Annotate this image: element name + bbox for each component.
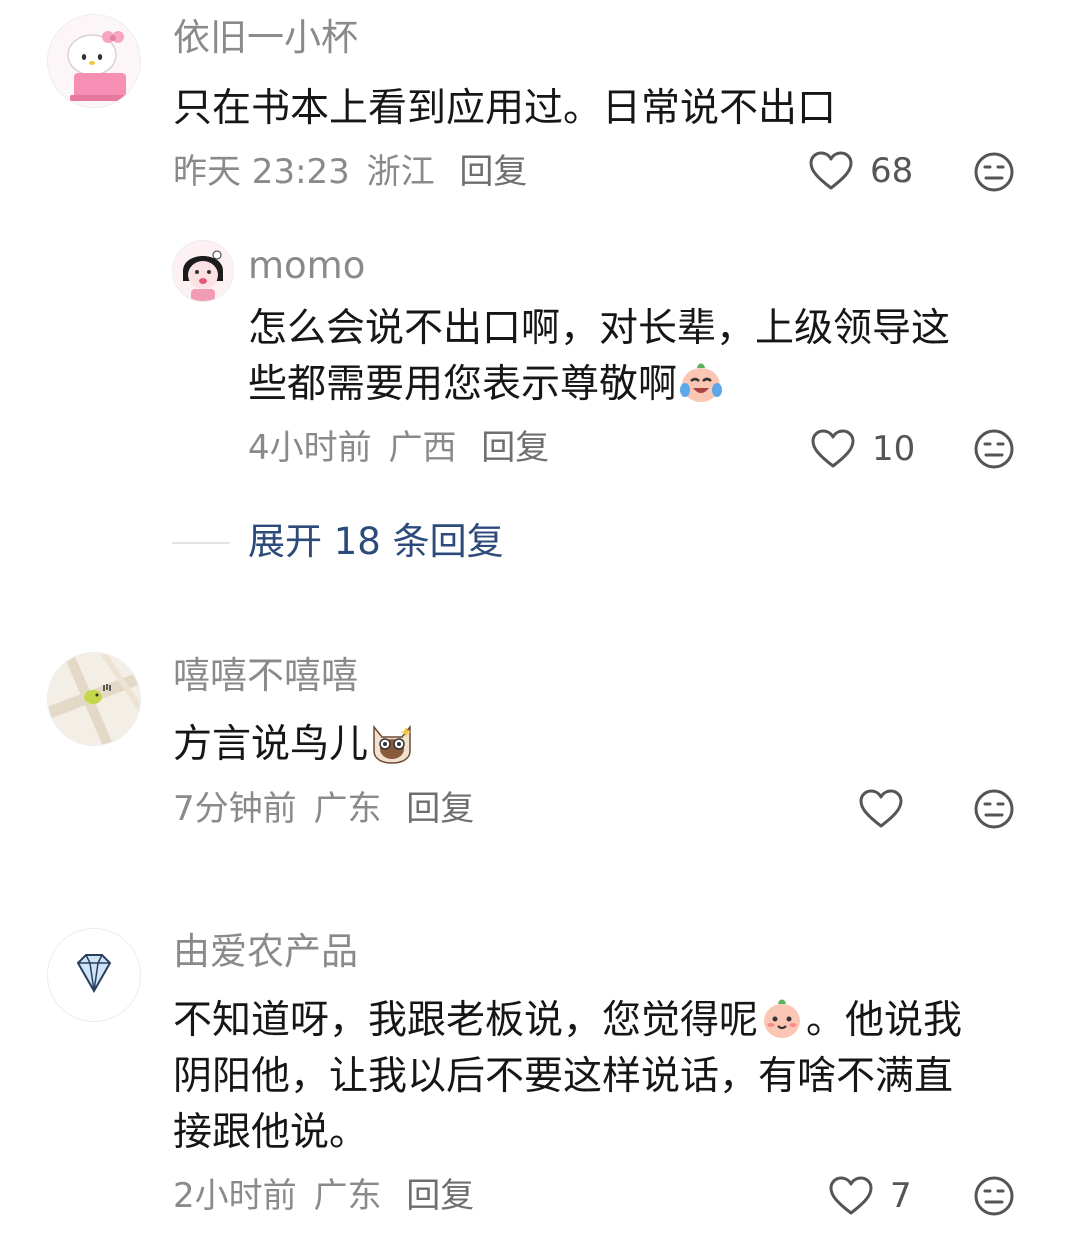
comment-text-line-2: 阴阳他，让我以后不要这样说话，有啥不满直 <box>173 1054 954 1099</box>
dislike-button[interactable] <box>973 1175 1015 1217</box>
reply-username[interactable]: momo <box>248 242 365 290</box>
heart-icon <box>859 789 903 828</box>
meh-face-icon <box>974 152 1014 192</box>
reply-button[interactable]: 回复 <box>459 152 527 192</box>
heart-icon <box>811 429 855 468</box>
reply-text-line-1: 怎么会说不出口啊，对长辈，上级领导这 <box>248 306 951 351</box>
map-chick-avatar-icon <box>48 653 140 745</box>
comment-time: 7分钟前 <box>173 789 297 829</box>
comment-text-line-1-tail: 。他说我 <box>806 998 963 1043</box>
expand-divider <box>172 542 230 544</box>
comment-username[interactable]: 由爱农产品 <box>173 928 358 976</box>
reply-text-line-2-content: 些都需要用您表示尊敬啊 <box>248 362 678 407</box>
avatar[interactable] <box>172 240 234 302</box>
comment-text-content: 方言说鸟儿 <box>173 722 369 767</box>
diamond-avatar-icon <box>48 929 140 1021</box>
comment-text: 只在书本上看到应用过。日常说不出口 <box>173 86 837 131</box>
like-count: 68 <box>870 151 914 191</box>
like-button[interactable]: 7 <box>828 1175 912 1217</box>
comment-username[interactable]: 嘻嘻不嘻嘻 <box>173 652 358 700</box>
laughing-tears-emoji-icon <box>677 357 725 405</box>
heart-icon <box>829 1176 873 1215</box>
comment-text-line-1: 不知道呀，我跟老板说，您觉得呢 。他说我 <box>173 992 962 1050</box>
hello-kitty-avatar-icon <box>48 15 140 107</box>
comment-meta: 昨天 23:23 浙江 回复 <box>173 152 527 192</box>
reply-location: 广西 <box>388 428 457 468</box>
meh-face-icon <box>974 789 1014 829</box>
comment-username[interactable]: 依旧一小杯 <box>173 14 358 62</box>
comment-meta: 7分钟前 广东 回复 <box>173 789 474 829</box>
dislike-button[interactable] <box>973 788 1015 830</box>
comment-time: 昨天 23:23 <box>173 152 350 192</box>
dislike-button[interactable] <box>973 151 1015 193</box>
avatar[interactable] <box>47 928 141 1022</box>
expand-replies-link[interactable]: 展开 18 条回复 <box>248 520 504 564</box>
like-button[interactable]: 68 <box>808 150 913 192</box>
reply-meta: 4小时前 广西 回复 <box>248 428 549 468</box>
heart-icon <box>809 151 853 190</box>
avatar[interactable] <box>47 652 141 746</box>
meh-face-icon <box>974 1176 1014 1216</box>
dislike-button[interactable] <box>973 428 1015 470</box>
cartoon-girl-avatar-icon <box>173 241 233 301</box>
comment-text: 方言说鸟儿 <box>173 716 416 774</box>
meh-face-icon <box>974 429 1014 469</box>
reply-button[interactable]: 回复 <box>406 1176 474 1216</box>
comment-location: 广东 <box>313 1176 382 1216</box>
avatar[interactable] <box>47 14 141 108</box>
like-button[interactable]: 10 <box>810 428 915 470</box>
like-count: 7 <box>890 1176 912 1216</box>
peach-smile-emoji-icon <box>758 993 806 1041</box>
comment-time: 2小时前 <box>173 1176 297 1216</box>
comment-location: 广东 <box>313 789 382 829</box>
reply-button[interactable]: 回复 <box>406 789 474 829</box>
comment-text-line-1-content: 不知道呀，我跟老板说，您觉得呢 <box>173 998 759 1043</box>
comment-location: 浙江 <box>366 152 435 192</box>
reply-text-line-2: 些都需要用您表示尊敬啊 <box>248 356 725 414</box>
comment-text-line-3: 接跟他说。 <box>173 1110 369 1155</box>
comment-meta: 2小时前 广东 回复 <box>173 1176 474 1216</box>
reply-time: 4小时前 <box>248 428 372 468</box>
cat-emoji-icon <box>368 717 416 765</box>
like-button[interactable] <box>858 788 904 830</box>
like-count: 10 <box>872 429 916 469</box>
reply-button[interactable]: 回复 <box>481 428 549 468</box>
